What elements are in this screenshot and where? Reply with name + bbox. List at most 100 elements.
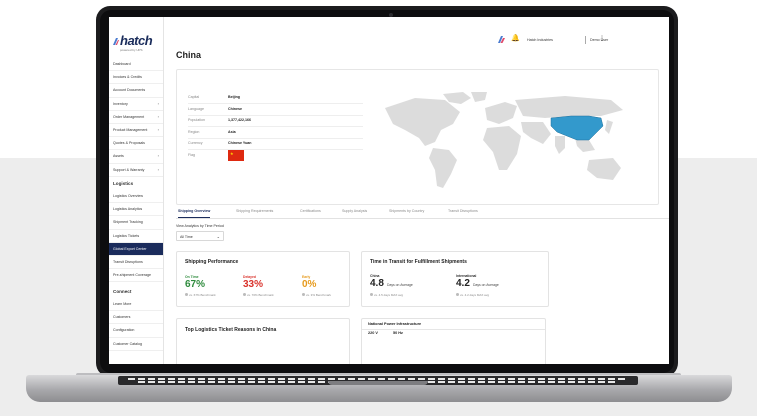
tab-transit-disruptions[interactable]: Transit Disruptions xyxy=(448,205,478,217)
early-benchmark: vs. 3% Benchmark xyxy=(302,293,331,297)
sidebar-item-label: Shipment Tracking xyxy=(113,220,143,225)
chevron-right-icon: › xyxy=(157,126,159,132)
sidebar-item-account-documents[interactable]: Account Documents xyxy=(109,84,163,98)
sidebar-item-invoices-credits[interactable]: Invoices & Credits xyxy=(109,71,163,85)
keyboard-row xyxy=(128,378,628,380)
page-title: China xyxy=(176,50,202,60)
power-infrastructure-card: National Power Infrastructure 220 V 50 H… xyxy=(361,318,546,364)
card-title: Shipping Performance xyxy=(185,259,239,265)
app-screen: hatch powered by UPS Dashboard Invoices &… xyxy=(109,17,669,364)
sidebar-item-quotes-proposals[interactable]: Quotes & Proposals xyxy=(109,137,163,151)
info-dot-icon xyxy=(243,293,246,296)
china-transit-value: 4.8 xyxy=(370,278,384,289)
info-row-flag: Flag xyxy=(188,150,363,161)
sidebar-item-label: Global Export Center xyxy=(113,246,147,251)
info-row-currency: Currency Chinese Yuan xyxy=(188,138,363,150)
info-row-language: Language Chinese xyxy=(188,104,363,116)
delayed-benchmark: vs. 70% Benchmark xyxy=(243,293,274,297)
international-transit-unit: Days on Average xyxy=(473,283,499,287)
sidebar-item-label: Product Management xyxy=(113,127,148,132)
benchmark-text: vs. 3% Benchmark xyxy=(306,293,332,297)
shipping-performance-card: Shipping Performance On Time 67% vs. 67%… xyxy=(176,251,350,307)
more-menu-icon[interactable]: ⋮ xyxy=(599,35,605,42)
sidebar: hatch powered by UPS Dashboard Invoices &… xyxy=(109,17,164,364)
sidebar-item-global-export-center[interactable]: Global Export Center xyxy=(109,242,163,256)
sidebar-item-product-management[interactable]: Product Management › xyxy=(109,124,163,138)
tab-shipping-overview[interactable]: Shipping Overview xyxy=(178,205,211,218)
benchmark-text: vs. 67% Benchmark xyxy=(189,293,216,297)
sidebar-item-label: Logistics Tickets xyxy=(113,233,140,238)
benchmark-text: vs. 70% Benchmark xyxy=(247,293,274,297)
time-period-select[interactable]: All Time ⌄ xyxy=(176,231,224,241)
transit-time-card: Time in Transit for Fulfillment Shipment… xyxy=(361,251,549,307)
chevron-right-icon: › xyxy=(157,166,159,172)
early-value: 0% xyxy=(302,279,317,290)
tab-shipments-by-country[interactable]: Shipments by Country xyxy=(389,205,424,217)
app-logo[interactable]: hatch xyxy=(112,33,153,48)
sidebar-item-customer-catalog[interactable]: Customer Catalog xyxy=(109,338,163,351)
world-map xyxy=(385,92,623,188)
sidebar-item-label: Inventory xyxy=(113,101,128,106)
chevron-down-icon: ⌄ xyxy=(216,234,220,239)
international-transit-value: 4.2 xyxy=(456,278,470,289)
sidebar-item-label: Pre-shipment Coverage xyxy=(113,273,151,278)
sidebar-item-assets[interactable]: Assets › xyxy=(109,150,163,164)
logo-text: hatch xyxy=(120,33,153,48)
card-title: Top Logistics Ticket Reasons in China xyxy=(185,327,277,333)
sidebar-item-label: Learn More xyxy=(113,302,132,306)
chevron-right-icon: › xyxy=(157,113,159,119)
sidebar-item-configuration[interactable]: Configuration xyxy=(109,324,163,338)
brand-icon[interactable] xyxy=(497,35,505,44)
frequency-value: 50 Hz xyxy=(393,331,403,335)
ticket-reasons-card: Top Logistics Ticket Reasons in China xyxy=(176,318,350,364)
sidebar-item-label: Assets xyxy=(113,154,124,159)
sidebar-item-logistics-overview[interactable]: Logistics Overview xyxy=(109,190,163,204)
sidebar-item-pre-shipment-coverage[interactable]: Pre-shipment Coverage xyxy=(109,269,163,283)
tab-shipping-requirements[interactable]: Shipping Requirements xyxy=(236,205,273,217)
sidebar-item-shipment-tracking[interactable]: Shipment Tracking xyxy=(109,216,163,230)
company-name[interactable]: Hatch Industries xyxy=(527,38,553,42)
on-time-benchmark: vs. 67% Benchmark xyxy=(185,293,216,297)
info-value: Asia xyxy=(228,129,236,134)
sidebar-item-customers[interactable]: Customers xyxy=(109,311,163,325)
info-value: Beijing xyxy=(228,95,240,99)
sidebar-item-support-warranty[interactable]: Support & Warranty › xyxy=(109,164,163,177)
sidebar-item-transit-disruptions[interactable]: Transit Disruptions xyxy=(109,256,163,270)
notification-bell-icon[interactable]: 🔔 xyxy=(511,34,520,42)
info-value: Chinese Yuan xyxy=(228,141,252,145)
china-transit-benchmark: vs. 4.5 days MAX avg xyxy=(370,293,403,297)
sidebar-item-label: Customers xyxy=(113,315,131,320)
info-dot-icon xyxy=(370,293,373,296)
chevron-right-icon: › xyxy=(157,100,159,106)
china-transit-unit: Days on Average xyxy=(387,283,413,287)
sidebar-item-label: Invoices & Credits xyxy=(113,75,142,80)
info-value: Chinese xyxy=(228,106,242,111)
power-card-title: National Power Infrastructure xyxy=(362,319,545,330)
info-label: Flag xyxy=(188,152,195,157)
country-info-card: Capital Beijing Language Chinese Population 1… xyxy=(176,69,659,205)
info-label: Population xyxy=(188,118,205,122)
sidebar-item-logistics-tickets[interactable]: Logistics Tickets xyxy=(109,230,163,243)
sidebar-item-label: Configuration xyxy=(113,328,135,333)
sidebar-item-label: Order Management xyxy=(113,114,145,119)
sidebar-item-label: Logistics Overview xyxy=(113,194,143,198)
sidebar-item-dashboard[interactable]: Dashboard xyxy=(109,58,163,72)
international-transit-benchmark: vs. 4.2 days MAX avg xyxy=(456,293,489,297)
sidebar-item-learn-more[interactable]: Learn More xyxy=(109,298,163,312)
sidebar-logistics: Logistics Overview Logistics Analytics Shi… xyxy=(109,190,163,283)
sidebar-item-label: Transit Disruptions xyxy=(113,259,143,264)
info-dot-icon xyxy=(456,293,459,296)
tab-supply-analysis[interactable]: Supply Analysis xyxy=(342,205,367,217)
sidebar-item-inventory[interactable]: Inventory › xyxy=(109,98,163,111)
sidebar-item-order-management[interactable]: Order Management › xyxy=(109,111,163,124)
card-title: Time in Transit for Fulfillment Shipment… xyxy=(370,259,467,265)
sidebar-item-label: Quotes & Proposals xyxy=(113,141,145,146)
sidebar-item-logistics-analytics[interactable]: Logistics Analytics xyxy=(109,203,163,217)
tab-certifications[interactable]: Certifications xyxy=(300,205,321,217)
header-divider xyxy=(585,36,586,44)
sidebar-item-label: Logistics Analytics xyxy=(113,207,143,212)
info-label: Language xyxy=(188,106,204,111)
info-value: 1,377,422,166 xyxy=(228,118,251,122)
delayed-value: 33% xyxy=(243,279,264,290)
info-label: Capital xyxy=(188,95,200,99)
